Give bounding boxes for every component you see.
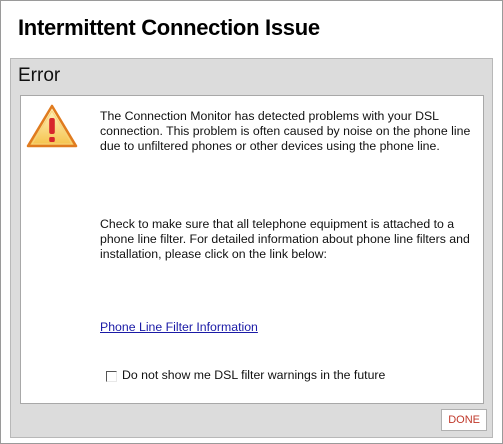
- filter-warning-option: Do not show me DSL filter warnings in th…: [106, 368, 385, 382]
- phone-line-filter-link[interactable]: Phone Line Filter Information: [100, 320, 258, 334]
- dialog-window: Intermittent Connection Issue Error The …: [0, 0, 503, 444]
- message-area: The Connection Monitor has detected prob…: [20, 95, 484, 404]
- done-button[interactable]: DONE: [441, 409, 487, 431]
- checkbox-label: Do not show me DSL filter warnings in th…: [122, 368, 386, 382]
- dialog-title: Intermittent Connection Issue: [18, 15, 320, 40]
- message-paragraph-1: The Connection Monitor has detected prob…: [100, 109, 471, 153]
- message-paragraph-2: Check to make sure that all telephone eq…: [100, 217, 470, 261]
- error-panel: Error The Connection Monitor has detecte…: [10, 58, 493, 438]
- section-header: Error: [18, 65, 61, 86]
- dont-show-checkbox[interactable]: [106, 370, 117, 382]
- warning-triangle-icon: [26, 104, 78, 148]
